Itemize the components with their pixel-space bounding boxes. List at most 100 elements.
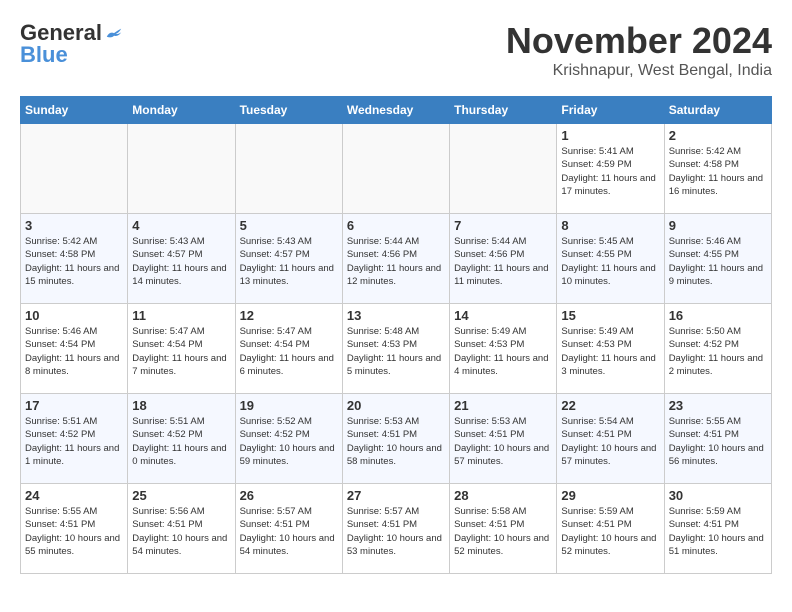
day-number: 15 <box>561 308 659 323</box>
day-info: Sunrise: 5:55 AM Sunset: 4:51 PM Dayligh… <box>669 415 767 468</box>
calendar-cell: 23 Sunrise: 5:55 AM Sunset: 4:51 PM Dayli… <box>664 394 771 484</box>
day-number: 23 <box>669 398 767 413</box>
day-info: Sunrise: 5:57 AM Sunset: 4:51 PM Dayligh… <box>347 505 445 558</box>
calendar-cell <box>450 124 557 214</box>
calendar-cell: 13 Sunrise: 5:48 AM Sunset: 4:53 PM Dayli… <box>342 304 449 394</box>
day-number: 22 <box>561 398 659 413</box>
calendar-cell: 5 Sunrise: 5:43 AM Sunset: 4:57 PM Daylig… <box>235 214 342 304</box>
day-info: Sunrise: 5:58 AM Sunset: 4:51 PM Dayligh… <box>454 505 552 558</box>
calendar-cell: 17Sunrise: 5:51 AM Sunset: 4:52 PM Dayli… <box>21 394 128 484</box>
day-number: 26 <box>240 488 338 503</box>
calendar-cell: 8 Sunrise: 5:45 AM Sunset: 4:55 PM Daylig… <box>557 214 664 304</box>
day-info: Sunrise: 5:47 AM Sunset: 4:54 PM Dayligh… <box>132 325 230 378</box>
day-number: 12 <box>240 308 338 323</box>
day-number: 2 <box>669 128 767 143</box>
calendar-cell: 15 Sunrise: 5:49 AM Sunset: 4:53 PM Dayli… <box>557 304 664 394</box>
day-info: Sunrise: 5:51 AM Sunset: 4:52 PM Dayligh… <box>25 415 123 468</box>
calendar-cell: 16 Sunrise: 5:50 AM Sunset: 4:52 PM Dayli… <box>664 304 771 394</box>
location: Krishnapur, West Bengal, India <box>506 62 772 80</box>
day-number: 21 <box>454 398 552 413</box>
day-info: Sunrise: 5:50 AM Sunset: 4:52 PM Dayligh… <box>669 325 767 378</box>
calendar-cell <box>128 124 235 214</box>
day-info: Sunrise: 5:57 AM Sunset: 4:51 PM Dayligh… <box>240 505 338 558</box>
day-number: 25 <box>132 488 230 503</box>
page-header: General Blue November 2024 Krishnapur, W… <box>20 20 772 80</box>
calendar-cell: 3 Sunrise: 5:42 AM Sunset: 4:58 PM Daylig… <box>21 214 128 304</box>
day-number: 13 <box>347 308 445 323</box>
day-info: Sunrise: 5:45 AM Sunset: 4:55 PM Dayligh… <box>561 235 659 288</box>
calendar-cell: 7 Sunrise: 5:44 AM Sunset: 4:56 PM Daylig… <box>450 214 557 304</box>
day-info: Sunrise: 5:42 AM Sunset: 4:58 PM Dayligh… <box>25 235 123 288</box>
calendar-week-row: 24Sunrise: 5:55 AM Sunset: 4:51 PM Dayli… <box>21 484 772 574</box>
day-info: Sunrise: 5:53 AM Sunset: 4:51 PM Dayligh… <box>454 415 552 468</box>
day-info: Sunrise: 5:43 AM Sunset: 4:57 PM Dayligh… <box>132 235 230 288</box>
day-info: Sunrise: 5:42 AM Sunset: 4:58 PM Dayligh… <box>669 145 767 198</box>
day-info: Sunrise: 5:43 AM Sunset: 4:57 PM Dayligh… <box>240 235 338 288</box>
calendar-cell: 18 Sunrise: 5:51 AM Sunset: 4:52 PM Dayli… <box>128 394 235 484</box>
day-info: Sunrise: 5:56 AM Sunset: 4:51 PM Dayligh… <box>132 505 230 558</box>
calendar-body: 1Sunrise: 5:41 AM Sunset: 4:59 PM Daylig… <box>21 124 772 574</box>
day-info: Sunrise: 5:48 AM Sunset: 4:53 PM Dayligh… <box>347 325 445 378</box>
day-number: 16 <box>669 308 767 323</box>
logo-bird-icon <box>105 27 123 41</box>
day-number: 27 <box>347 488 445 503</box>
day-number: 10 <box>25 308 123 323</box>
day-number: 20 <box>347 398 445 413</box>
day-number: 9 <box>669 218 767 233</box>
day-info: Sunrise: 5:59 AM Sunset: 4:51 PM Dayligh… <box>669 505 767 558</box>
day-number: 8 <box>561 218 659 233</box>
calendar-cell: 28 Sunrise: 5:58 AM Sunset: 4:51 PM Dayli… <box>450 484 557 574</box>
calendar-cell <box>21 124 128 214</box>
day-number: 1 <box>561 128 659 143</box>
calendar-cell: 21 Sunrise: 5:53 AM Sunset: 4:51 PM Dayli… <box>450 394 557 484</box>
calendar-cell: 20 Sunrise: 5:53 AM Sunset: 4:51 PM Dayli… <box>342 394 449 484</box>
calendar-cell: 24Sunrise: 5:55 AM Sunset: 4:51 PM Dayli… <box>21 484 128 574</box>
calendar-cell: 11Sunrise: 5:47 AM Sunset: 4:54 PM Dayli… <box>128 304 235 394</box>
logo: General Blue <box>20 20 123 68</box>
day-info: Sunrise: 5:51 AM Sunset: 4:52 PM Dayligh… <box>132 415 230 468</box>
day-info: Sunrise: 5:46 AM Sunset: 4:55 PM Dayligh… <box>669 235 767 288</box>
day-number: 29 <box>561 488 659 503</box>
calendar-cell: 1Sunrise: 5:41 AM Sunset: 4:59 PM Daylig… <box>557 124 664 214</box>
day-number: 3 <box>25 218 123 233</box>
weekday-header: Monday <box>128 97 235 124</box>
day-number: 14 <box>454 308 552 323</box>
calendar-cell: 9 Sunrise: 5:46 AM Sunset: 4:55 PM Daylig… <box>664 214 771 304</box>
day-info: Sunrise: 5:52 AM Sunset: 4:52 PM Dayligh… <box>240 415 338 468</box>
day-number: 30 <box>669 488 767 503</box>
day-info: Sunrise: 5:49 AM Sunset: 4:53 PM Dayligh… <box>454 325 552 378</box>
weekday-header: Friday <box>557 97 664 124</box>
day-number: 18 <box>132 398 230 413</box>
day-info: Sunrise: 5:44 AM Sunset: 4:56 PM Dayligh… <box>454 235 552 288</box>
calendar-table: SundayMondayTuesdayWednesdayThursdayFrid… <box>20 96 772 574</box>
month-title: November 2024 <box>506 20 772 62</box>
weekday-header: Sunday <box>21 97 128 124</box>
calendar-week-row: 3 Sunrise: 5:42 AM Sunset: 4:58 PM Daylig… <box>21 214 772 304</box>
calendar-cell: 30 Sunrise: 5:59 AM Sunset: 4:51 PM Dayli… <box>664 484 771 574</box>
day-info: Sunrise: 5:53 AM Sunset: 4:51 PM Dayligh… <box>347 415 445 468</box>
day-number: 5 <box>240 218 338 233</box>
day-info: Sunrise: 5:54 AM Sunset: 4:51 PM Dayligh… <box>561 415 659 468</box>
calendar-cell: 10Sunrise: 5:46 AM Sunset: 4:54 PM Dayli… <box>21 304 128 394</box>
title-area: November 2024 Krishnapur, West Bengal, I… <box>506 20 772 80</box>
calendar-cell: 2 Sunrise: 5:42 AM Sunset: 4:58 PM Daylig… <box>664 124 771 214</box>
day-number: 19 <box>240 398 338 413</box>
calendar-cell: 29 Sunrise: 5:59 AM Sunset: 4:51 PM Dayli… <box>557 484 664 574</box>
calendar-cell: 22 Sunrise: 5:54 AM Sunset: 4:51 PM Dayli… <box>557 394 664 484</box>
calendar-cell: 19 Sunrise: 5:52 AM Sunset: 4:52 PM Dayli… <box>235 394 342 484</box>
calendar-cell: 4Sunrise: 5:43 AM Sunset: 4:57 PM Daylig… <box>128 214 235 304</box>
calendar-cell: 26 Sunrise: 5:57 AM Sunset: 4:51 PM Dayli… <box>235 484 342 574</box>
weekday-header: Thursday <box>450 97 557 124</box>
day-info: Sunrise: 5:49 AM Sunset: 4:53 PM Dayligh… <box>561 325 659 378</box>
day-number: 24 <box>25 488 123 503</box>
calendar-week-row: 10Sunrise: 5:46 AM Sunset: 4:54 PM Dayli… <box>21 304 772 394</box>
day-info: Sunrise: 5:59 AM Sunset: 4:51 PM Dayligh… <box>561 505 659 558</box>
day-number: 7 <box>454 218 552 233</box>
weekday-header: Saturday <box>664 97 771 124</box>
calendar-week-row: 17Sunrise: 5:51 AM Sunset: 4:52 PM Dayli… <box>21 394 772 484</box>
day-info: Sunrise: 5:47 AM Sunset: 4:54 PM Dayligh… <box>240 325 338 378</box>
day-number: 28 <box>454 488 552 503</box>
calendar-header-row: SundayMondayTuesdayWednesdayThursdayFrid… <box>21 97 772 124</box>
calendar-cell: 6Sunrise: 5:44 AM Sunset: 4:56 PM Daylig… <box>342 214 449 304</box>
weekday-header: Wednesday <box>342 97 449 124</box>
